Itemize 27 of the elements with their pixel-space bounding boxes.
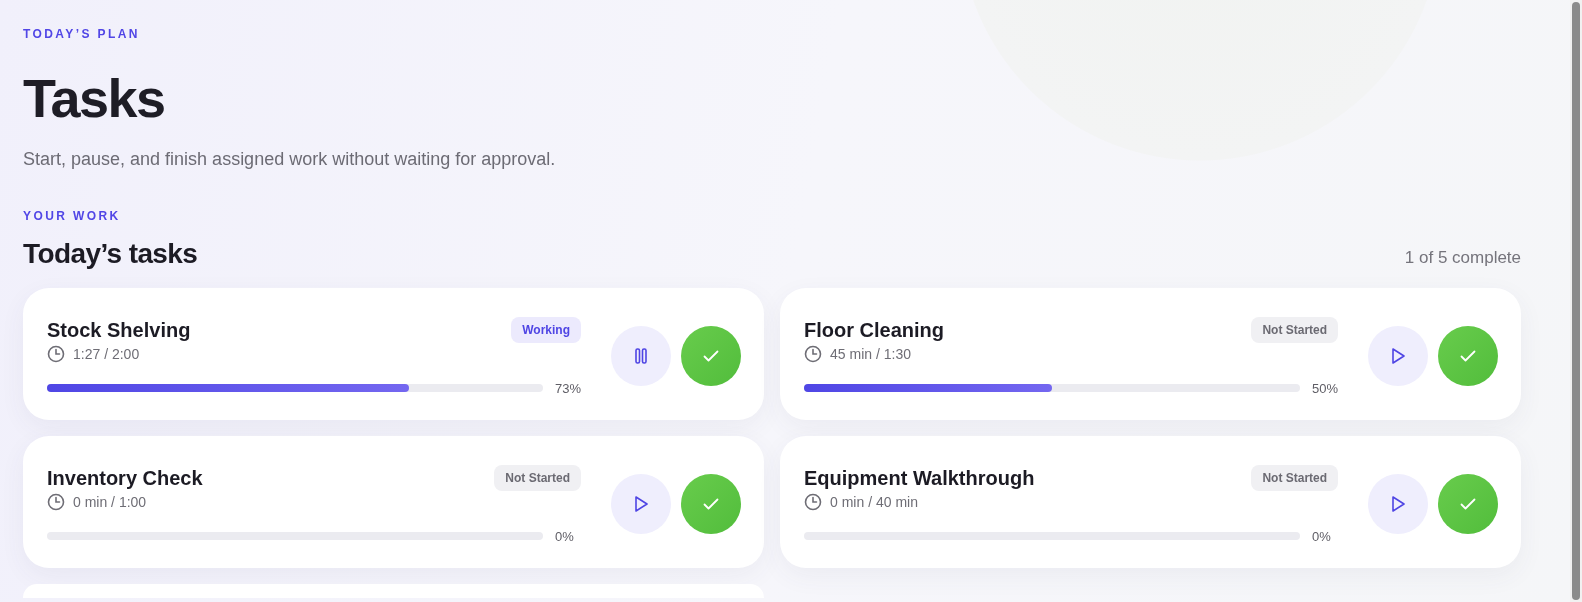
progress-percent: 73% [555, 380, 582, 396]
task-title: Equipment Walkthrough [804, 465, 1035, 491]
clock-icon [804, 344, 823, 363]
status-label: Not Started [1251, 464, 1339, 491]
eyebrow-label: TODAY’S PLAN [23, 26, 141, 43]
status-label: Working [511, 316, 582, 343]
clock-icon [47, 344, 65, 363]
status-label: Not Started [494, 464, 582, 491]
time-spent: 1:27 / 2:00 [73, 345, 140, 362]
clock-icon [47, 492, 65, 511]
time-spent: 0 min / 1:00 [73, 493, 147, 510]
status-label: Not Started [1251, 316, 1339, 343]
eyebrow-label: YOUR WORK [23, 208, 122, 225]
progress-percent: 50% [1312, 380, 1339, 396]
page-title: Tasks [23, 67, 166, 130]
task-title: Stock Shelving [47, 317, 191, 343]
task-title: Inventory Check [47, 465, 203, 491]
task-title: Floor Cleaning [804, 317, 945, 343]
clock-icon [804, 492, 823, 511]
time-spent: 0 min / 40 min [830, 493, 918, 510]
page-subtitle: Start, pause, and finish assigned work without waiting for approval. [23, 148, 557, 171]
progress-percent: 0% [555, 528, 574, 544]
time-spent: 45 min / 1:30 [830, 345, 911, 362]
scrollbar[interactable] [1570, 0, 1582, 602]
progress-percent: 0% [1312, 528, 1331, 544]
section-title: Today’s tasks [23, 237, 198, 271]
completion-summary: 1 of 5 complete [1404, 248, 1522, 269]
